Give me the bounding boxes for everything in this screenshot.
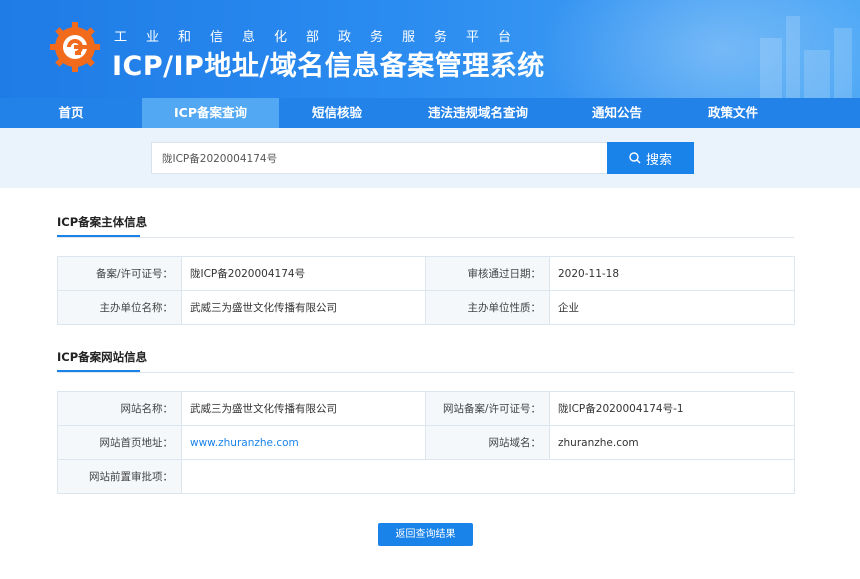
header-subtitle: 工业和信息化部政务服务平台 — [114, 30, 531, 45]
website-name-label: 网站名称： — [57, 391, 182, 426]
website-domain-value: zhuranzhe.com — [549, 425, 795, 460]
homepage-url-cell: www.zhuranzhe.com — [181, 425, 426, 460]
table-row: 主办单位名称： 武威三为盛世文化传播有限公司 主办单位性质： 企业 — [57, 290, 795, 325]
site-header: 工业和信息化部政务服务平台 ICP/IP地址/域名信息备案管理系统 — [0, 0, 860, 98]
homepage-url-link[interactable]: www.zhuranzhe.com — [190, 437, 299, 449]
organizer-name-value: 武威三为盛世文化传播有限公司 — [181, 290, 426, 325]
search-button-label: 搜索 — [645, 152, 672, 168]
website-section-title: ICP备案网站信息 — [57, 349, 148, 372]
header-building — [760, 38, 782, 98]
header-building — [804, 50, 830, 98]
license-number-label: 备案/许可证号： — [57, 256, 182, 291]
nav-item-illegal-domain-query[interactable]: 违法违规域名查询 — [395, 98, 561, 128]
header-building — [786, 16, 800, 98]
nav-item-notices[interactable]: 通知公告 — [561, 98, 673, 128]
nav-item-home[interactable]: 首页 — [0, 98, 142, 128]
subject-section-title-text: ICP备案主体信息 — [57, 215, 148, 229]
subject-info-table: 备案/许可证号： 陇ICP备2020004174号 审核通过日期： 2020-1… — [57, 256, 795, 325]
search-button[interactable]: 搜索 — [607, 142, 694, 174]
main-nav: 首页 ICP备案查询 短信核验 违法违规域名查询 通知公告 政策文件 — [0, 98, 860, 128]
license-number-value: 陇ICP备2020004174号 — [181, 256, 426, 291]
website-section-title-text: ICP备案网站信息 — [57, 350, 148, 364]
search-icon — [629, 152, 641, 164]
organizer-name-label: 主办单位名称： — [57, 290, 182, 325]
system-title: ICP/IP地址/域名信息备案管理系统 — [112, 51, 545, 82]
pre-approval-value — [181, 459, 795, 494]
website-license-label: 网站备案/许可证号： — [425, 391, 550, 426]
organizer-type-label: 主办单位性质： — [425, 290, 550, 325]
search-band: 搜索 — [0, 128, 860, 188]
homepage-url-label: 网站首页地址： — [57, 425, 182, 460]
approval-date-label: 审核通过日期： — [425, 256, 550, 291]
section-divider — [57, 237, 794, 238]
nav-item-policy-docs[interactable]: 政策文件 — [673, 98, 793, 128]
website-info-table: 网站名称： 武威三为盛世文化传播有限公司 网站备案/许可证号： 陇ICP备202… — [57, 391, 795, 494]
nav-item-icp-query[interactable]: ICP备案查询 — [142, 98, 279, 128]
table-row: 网站首页地址： www.zhuranzhe.com 网站域名： zhuranzh… — [57, 425, 795, 460]
website-domain-label: 网站域名： — [425, 425, 550, 460]
nav-item-sms-verify[interactable]: 短信核验 — [279, 98, 395, 128]
table-row: 备案/许可证号： 陇ICP备2020004174号 审核通过日期： 2020-1… — [57, 256, 795, 291]
table-row: 网站名称： 武威三为盛世文化传播有限公司 网站备案/许可证号： 陇ICP备202… — [57, 391, 795, 426]
back-to-results-button[interactable]: 返回查询结果 — [378, 523, 473, 546]
organizer-type-value: 企业 — [549, 290, 795, 325]
website-license-value: 陇ICP备2020004174号-1 — [549, 391, 795, 426]
header-building — [834, 28, 852, 98]
miit-logo-icon — [50, 22, 100, 72]
search-input[interactable] — [151, 142, 607, 174]
approval-date-value: 2020-11-18 — [549, 256, 795, 291]
section-divider — [57, 372, 794, 373]
pre-approval-label: 网站前置审批项： — [57, 459, 182, 494]
subject-section-title: ICP备案主体信息 — [57, 214, 148, 237]
website-name-value: 武威三为盛世文化传播有限公司 — [181, 391, 426, 426]
table-row: 网站前置审批项： — [57, 459, 795, 494]
